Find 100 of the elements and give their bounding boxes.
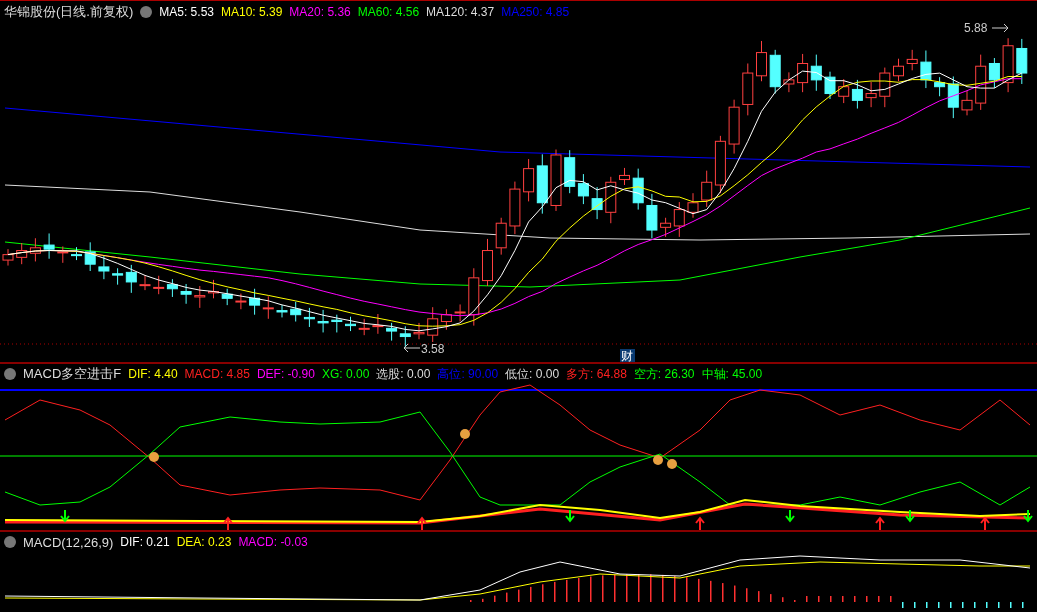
indicator-value: DIF: 0.21 <box>120 535 170 549</box>
candlestick <box>386 322 398 342</box>
candlestick <box>139 274 151 291</box>
candlestick <box>358 318 370 336</box>
candlestick <box>1016 38 1028 85</box>
candlestick <box>783 71 795 93</box>
arrow-icon <box>991 23 1009 33</box>
indicator-value: XG: 0.00 <box>321 367 370 381</box>
candlestick <box>619 167 630 186</box>
indicator-value: 空方: 26.30 <box>633 365 695 383</box>
candlestick <box>797 53 809 93</box>
candlestick <box>413 322 425 340</box>
up-arrow-icon <box>875 516 885 530</box>
candlestick <box>221 288 233 306</box>
candlestick <box>495 217 507 256</box>
candlestick <box>180 283 192 305</box>
candlestick <box>509 181 521 235</box>
candlestick <box>331 314 343 333</box>
candlestick <box>71 246 82 261</box>
candlestick <box>564 149 576 194</box>
candlestick <box>43 232 55 260</box>
candlestick <box>290 301 302 322</box>
candlestick <box>98 254 110 280</box>
indicator-value: MA20: 5.36 <box>289 4 351 19</box>
indicator-title: MACD多空进击F <box>23 365 122 383</box>
candlestick <box>1002 37 1014 93</box>
indicator-value: MA5: 5.53 <box>159 4 214 19</box>
indicator-title: MACD(12,26,9) <box>23 534 114 550</box>
candlestick <box>399 325 411 348</box>
candlestick <box>29 237 41 262</box>
hand-icon <box>460 429 470 439</box>
candlestick <box>276 304 288 318</box>
candlestick <box>893 58 904 82</box>
candlestick <box>865 81 877 108</box>
finance-badge[interactable]: 财 <box>620 349 635 362</box>
candlestick <box>345 316 356 332</box>
indicator-value: MA60: 4.56 <box>357 4 420 19</box>
candlestick <box>235 293 247 310</box>
indicator-value: MACD: -0.03 <box>238 535 308 549</box>
candlestick <box>646 193 658 239</box>
candlestick <box>851 79 863 110</box>
dropdown-icon[interactable] <box>4 536 16 548</box>
candlestick <box>482 238 493 287</box>
candlestick <box>262 295 274 320</box>
indicator-value: MA120: 4.37 <box>426 4 495 19</box>
indicator-value: 高位: 90.00 <box>437 365 499 383</box>
low-price-label: 3.58 <box>421 342 445 356</box>
candlestick <box>824 71 836 100</box>
candlestick <box>577 173 589 205</box>
candlestick <box>468 267 480 327</box>
indicator-value: 低位: 0.00 <box>505 365 560 383</box>
candlestick <box>920 50 932 89</box>
candlestick <box>687 192 699 219</box>
candlestick <box>728 99 740 155</box>
indicator-value: MA250: 4.85 <box>501 4 570 19</box>
up-arrow-icon <box>695 516 705 530</box>
candlestick <box>194 285 206 309</box>
candlestick <box>16 242 28 265</box>
down-arrow-icon <box>1023 509 1033 523</box>
candlestick <box>57 245 69 264</box>
candlestick <box>303 307 315 328</box>
candlestick <box>961 90 973 116</box>
candlestick <box>372 313 384 335</box>
indicator-value: 多方: 64.88 <box>566 365 627 383</box>
dropdown-icon[interactable] <box>140 5 153 18</box>
candlestick <box>632 168 644 211</box>
candlestick <box>906 49 918 71</box>
candlestick <box>769 49 781 95</box>
indicator-value: DIF: 4.40 <box>128 367 178 381</box>
up-arrow-icon <box>223 516 233 530</box>
candlestick <box>208 279 219 299</box>
candlestick <box>249 288 261 316</box>
indicator-value: MACD: 4.85 <box>184 367 250 381</box>
indicator-value: 中轴: 45.00 <box>701 365 763 383</box>
candlestick <box>838 78 850 104</box>
candlestick <box>591 186 603 220</box>
candlestick <box>879 67 891 108</box>
arrow-icon <box>403 343 421 353</box>
high-price-label: 5.88 <box>964 22 988 35</box>
candlestick <box>84 241 96 272</box>
candlestick <box>153 275 165 295</box>
candlestick <box>166 278 178 298</box>
candlestick <box>605 176 617 224</box>
candlestick <box>536 153 548 215</box>
hand-icon <box>653 455 677 469</box>
down-arrow-icon <box>905 509 915 523</box>
indicator-value: MA10: 5.39 <box>221 4 283 19</box>
indicator-value: DEF: -0.90 <box>256 367 315 381</box>
candlestick <box>756 40 767 82</box>
down-arrow-icon <box>60 509 70 523</box>
candlestick <box>810 54 822 92</box>
indicator-value: 选股: 0.00 <box>376 365 431 383</box>
hand-icon <box>149 452 159 462</box>
candlestick <box>742 63 754 116</box>
indicator-value: DEA: 0.23 <box>176 535 232 549</box>
candlestick <box>454 303 466 322</box>
candlestick <box>523 158 535 202</box>
candlestick <box>317 309 329 333</box>
up-arrow-icon <box>980 516 990 530</box>
dropdown-icon[interactable] <box>4 368 16 380</box>
